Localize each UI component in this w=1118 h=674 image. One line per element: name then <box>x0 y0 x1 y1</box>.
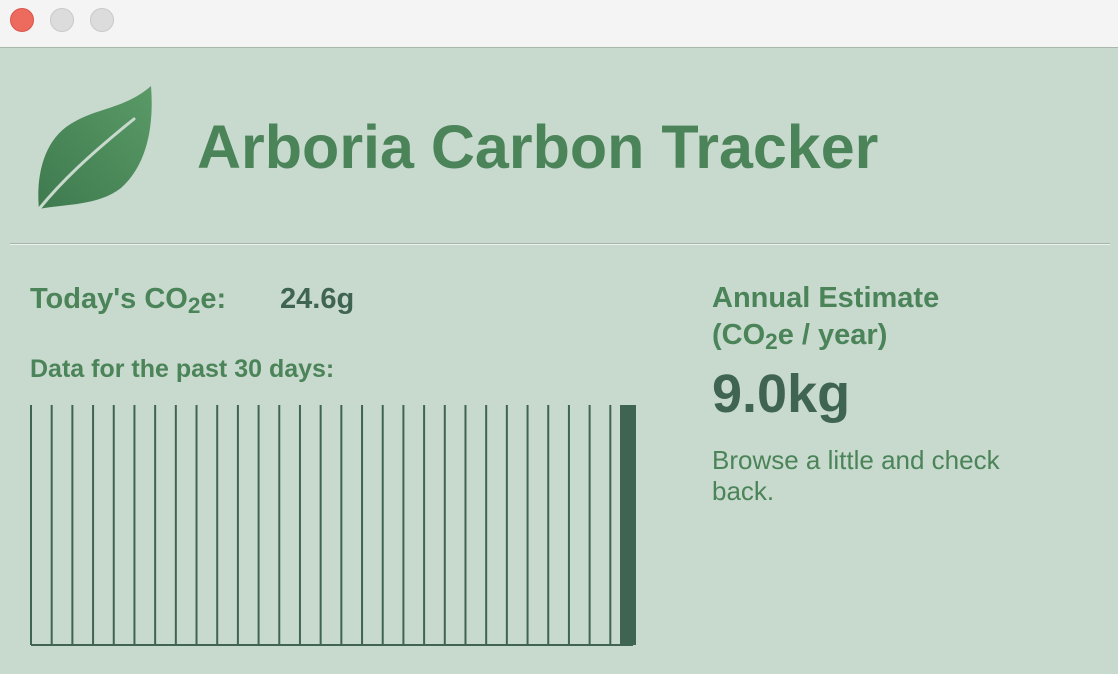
chart-bar <box>423 405 426 645</box>
annual-estimate-label: Annual Estimate (CO2e / year) <box>712 280 939 354</box>
chart-bar <box>567 405 570 645</box>
annual-label-line2: (CO2e / year) <box>712 317 939 354</box>
annual-estimate-note: Browse a little and check back. <box>712 445 1000 506</box>
today-co2-value: 24.6g <box>280 283 355 315</box>
chart-bar <box>92 405 95 645</box>
chart-bar <box>154 405 157 645</box>
today-label-prefix: Today's CO <box>30 283 188 315</box>
today-label-subscript: 2 <box>187 292 201 318</box>
chart-bar <box>526 405 529 645</box>
chart-bar <box>485 405 488 645</box>
chart-bar <box>257 405 260 645</box>
chart-bar <box>361 405 364 645</box>
annual-label-suffix: e / year) <box>777 319 888 351</box>
chart-bar <box>402 405 405 645</box>
chart-bar <box>174 405 177 645</box>
chart-bar <box>236 405 239 645</box>
zoom-button[interactable] <box>90 8 114 32</box>
chart-bar <box>464 405 467 645</box>
annual-label-line1: Annual Estimate <box>712 282 940 314</box>
chart-bar <box>195 405 198 645</box>
chart-bar <box>298 405 301 645</box>
close-button[interactable] <box>10 8 34 32</box>
header-divider <box>10 243 1110 245</box>
history-bar-chart <box>30 405 636 646</box>
leaf-icon <box>37 86 152 211</box>
chart-bar <box>505 405 508 645</box>
window-titlebar <box>0 0 1118 48</box>
chart-bar <box>547 405 550 645</box>
annual-estimate-value: 9.0kg <box>712 364 851 424</box>
chart-bar <box>71 405 74 645</box>
chart-bar <box>50 405 53 645</box>
chart-bar <box>588 405 591 645</box>
chart-bar-today <box>620 405 636 645</box>
chart-bar <box>340 405 343 645</box>
today-label-suffix: e: <box>200 283 227 315</box>
annual-label-subscript: 2 <box>765 328 778 354</box>
today-co2-label: Today's CO2e: <box>30 281 226 317</box>
chart-bar <box>609 405 612 645</box>
app-title: Arboria Carbon Tracker <box>197 113 879 181</box>
chart-bar <box>278 405 281 645</box>
chart-bar <box>30 405 32 645</box>
chart-bar <box>133 405 136 645</box>
minimize-button[interactable] <box>50 8 74 32</box>
chart-bar <box>443 405 446 645</box>
chart-bar <box>112 405 115 645</box>
history-label: Data for the past 30 days: <box>30 355 335 383</box>
chart-bar <box>381 405 384 645</box>
chart-bar <box>216 405 219 645</box>
annual-label-prefix: (CO <box>712 319 766 351</box>
chart-bar <box>319 405 322 645</box>
